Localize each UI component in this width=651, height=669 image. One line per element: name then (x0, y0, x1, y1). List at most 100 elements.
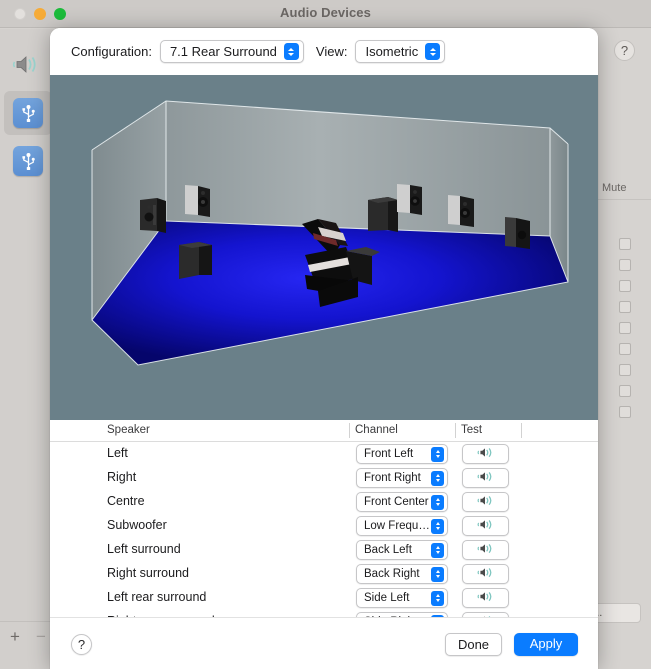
test-speaker-button[interactable] (462, 588, 509, 608)
speaker-wave-icon (477, 565, 494, 583)
table-row: Left surround Back Left (50, 538, 598, 562)
speaker-name: Left rear surround (107, 590, 207, 604)
view-dropdown[interactable]: Isometric (355, 40, 446, 63)
mute-checkbox[interactable] (619, 301, 631, 313)
speaker-right-rear-surround (505, 217, 530, 249)
speaker-wave-icon (477, 517, 494, 535)
usb-icon (13, 98, 43, 128)
table-body: Left Front Left Right Front Right Centre Fron… (50, 442, 598, 634)
column-divider[interactable] (455, 423, 456, 438)
speaker-wave-icon (477, 445, 494, 463)
channel-value: Side Left (364, 592, 410, 604)
speaker-right-surround (397, 184, 422, 215)
speaker-wave-icon (477, 469, 494, 487)
apply-button[interactable]: Apply (514, 633, 578, 656)
mute-checkbox[interactable] (619, 259, 631, 271)
speaker-channel-table: Speaker Channel Test Left Front Left Right… (50, 420, 598, 645)
channel-value: Front Left (364, 448, 414, 460)
column-divider[interactable] (349, 423, 350, 438)
view-value: Isometric (365, 44, 419, 59)
speaker-name: Right (107, 470, 137, 484)
chevron-updown-icon (431, 446, 444, 462)
mute-checkbox[interactable] (619, 364, 631, 376)
chevron-updown-icon (431, 590, 444, 606)
configuration-dropdown[interactable]: 7.1 Rear Surround (159, 40, 304, 63)
speaker-wave-icon (477, 589, 494, 607)
speaker-name: Left surround (107, 542, 181, 556)
chevron-updown-icon (431, 470, 444, 486)
view-label: View: (315, 44, 348, 59)
chevron-updown-icon (431, 566, 444, 582)
speaker-setup-sheet: Configuration: 7.1 Rear Surround View: I… (50, 28, 598, 669)
channel-dropdown[interactable]: Front Center (356, 492, 448, 512)
sheet-toolbar: Configuration: 7.1 Rear Surround View: I… (50, 28, 598, 75)
channel-value: Back Right (364, 568, 420, 580)
table-row: Subwoofer Low Freque… (50, 514, 598, 538)
configuration-value: 7.1 Rear Surround (169, 44, 277, 59)
speaker-icon (12, 55, 44, 80)
mute-checkbox[interactable] (619, 322, 631, 334)
configuration-label: Configuration: (71, 44, 152, 59)
speaker-name: Left (107, 446, 128, 460)
device-sidebar: + − (0, 29, 56, 669)
channel-value: Front Center (364, 496, 429, 508)
channel-dropdown[interactable]: Back Left (356, 540, 448, 560)
column-header-channel: Channel (355, 424, 398, 436)
sidebar-item-usb-device-1[interactable] (4, 91, 52, 135)
mute-checkbox[interactable] (619, 238, 631, 250)
mute-column-header: Mute (595, 178, 651, 200)
table-row: Left rear surround Side Left (50, 586, 598, 610)
usb-icon (13, 146, 43, 176)
speaker-subwoofer-left-box (179, 242, 212, 279)
add-device-button[interactable]: + (10, 627, 20, 647)
channel-dropdown[interactable]: Front Right (356, 468, 448, 488)
speaker-name: Right surround (107, 566, 189, 580)
speaker-left-surround (185, 185, 210, 217)
sidebar-footer: + − (0, 621, 56, 651)
done-button[interactable]: Done (445, 633, 502, 656)
chevron-updown-icon (431, 518, 444, 534)
chevron-updown-icon (431, 542, 444, 558)
speaker-centre (368, 197, 398, 232)
sidebar-item-usb-device-2[interactable] (4, 139, 52, 183)
sidebar-item-speaker[interactable] (4, 45, 52, 89)
chevron-updown-icon (431, 494, 444, 510)
chevron-updown-icon (425, 43, 441, 60)
speaker-wave-icon (477, 541, 494, 559)
mute-checkbox[interactable] (619, 406, 631, 418)
room-render (91, 100, 569, 366)
table-row: Centre Front Center (50, 490, 598, 514)
channel-value: Low Freque… (364, 520, 431, 532)
speaker-left-rear-surround (140, 198, 166, 233)
room-preview-3d[interactable] (50, 75, 598, 420)
table-row: Left Front Left (50, 442, 598, 466)
speaker-wave-icon (477, 493, 494, 511)
test-speaker-button[interactable] (462, 492, 509, 512)
sheet-footer: ? Done Apply (50, 617, 598, 669)
channel-dropdown[interactable]: Side Left (356, 588, 448, 608)
test-speaker-button[interactable] (462, 444, 509, 464)
mute-checkbox[interactable] (619, 280, 631, 292)
channel-value: Front Right (364, 472, 421, 484)
mute-checkbox[interactable] (619, 343, 631, 355)
column-header-test: Test (461, 424, 483, 436)
speaker-name: Centre (107, 494, 145, 508)
test-speaker-button[interactable] (462, 468, 509, 488)
speaker-right (448, 195, 474, 227)
test-speaker-button[interactable] (462, 516, 509, 536)
test-speaker-button[interactable] (462, 564, 509, 584)
table-header-row: Speaker Channel Test (50, 420, 598, 442)
remove-device-button[interactable]: − (36, 627, 46, 647)
test-speaker-button[interactable] (462, 540, 509, 560)
window-help-button[interactable]: ? (614, 40, 635, 61)
mute-checkbox[interactable] (619, 385, 631, 397)
table-row: Right Front Right (50, 466, 598, 490)
channel-dropdown[interactable]: Back Right (356, 564, 448, 584)
window-title: Audio Devices (280, 5, 371, 20)
channel-dropdown[interactable]: Low Freque… (356, 516, 448, 536)
help-button[interactable]: ? (71, 634, 92, 655)
table-row: Right surround Back Right (50, 562, 598, 586)
channel-dropdown[interactable]: Front Left (356, 444, 448, 464)
column-divider[interactable] (521, 423, 522, 438)
speaker-name: Subwoofer (107, 518, 167, 532)
